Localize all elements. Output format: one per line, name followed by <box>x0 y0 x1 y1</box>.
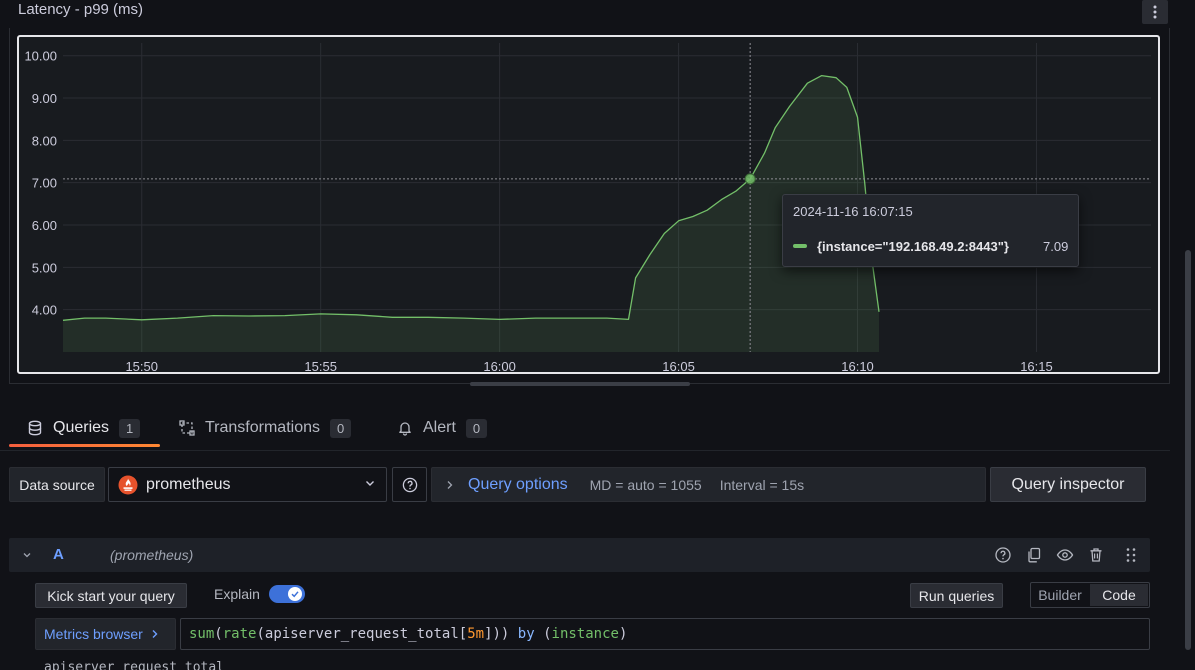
tab-alert[interactable]: Alert 0 <box>397 408 488 448</box>
code-token: ( <box>214 626 223 642</box>
tab-transformations-count: 0 <box>330 418 352 438</box>
duplicate-icon[interactable] <box>1025 546 1043 564</box>
code-token: ( <box>256 626 265 642</box>
query-options-interval: Interval = 15s <box>719 476 805 493</box>
vertical-dots-icon <box>1153 5 1157 19</box>
metric-suggestion-row[interactable]: apiserver_request_total <box>44 660 224 670</box>
drag-handle-icon[interactable] <box>1122 546 1140 564</box>
datasource-selected: prometheus <box>146 475 231 493</box>
prometheus-icon <box>118 475 138 494</box>
metrics-browser-label: Metrics browser <box>44 626 143 642</box>
y-tick-label: 9.00 <box>32 91 57 106</box>
tab-alert-count: 0 <box>465 418 488 438</box>
x-tick-label: 15:50 <box>125 359 158 372</box>
bell-icon <box>399 422 411 436</box>
tab-alert-label: Alert <box>423 419 456 436</box>
editor-tabs: Queries 1 Transformations 0 Alert 0 <box>9 408 1169 450</box>
chart-tooltip: 2024-11-16 16:07:15 {instance="192.168.4… <box>782 194 1079 267</box>
query-letter[interactable]: A <box>53 546 64 563</box>
code-token: ] <box>484 626 493 642</box>
y-tick-label: 8.00 <box>32 133 57 148</box>
query-options-md: MD = auto = 1055 <box>589 476 702 493</box>
code-token: instance <box>551 626 619 642</box>
x-tick-label: 16:10 <box>841 359 874 372</box>
x-tick-label: 16:00 <box>483 359 516 372</box>
y-tick-label: 10.00 <box>24 49 57 64</box>
panel-resize-handle[interactable] <box>470 382 690 386</box>
query-row-header[interactable]: A (prometheus) <box>9 538 1150 572</box>
chevron-right-icon <box>447 480 453 489</box>
x-tick-label: 15:55 <box>304 359 337 372</box>
series-area <box>63 75 879 352</box>
x-tick-label: 16:05 <box>662 359 695 372</box>
tooltip-series-swatch <box>793 244 807 248</box>
eye-icon[interactable] <box>1056 546 1074 564</box>
scrollbar-thumb[interactable] <box>1185 250 1191 650</box>
editor-mode-toggle: Builder Code <box>1030 582 1150 608</box>
code-token: 5m <box>467 626 485 642</box>
tooltip-series-name: {instance="192.168.49.2:8443"} <box>817 239 1009 254</box>
code-token: apiserver_request_total <box>264 626 459 642</box>
panel-header: Latency - p99 (ms) <box>0 0 1170 30</box>
tooltip-time: 2024-11-16 16:07:15 <box>793 204 913 219</box>
explain-toggle[interactable] <box>269 585 305 603</box>
explain-label: Explain <box>214 586 260 602</box>
tab-queries-label: Queries <box>53 419 110 436</box>
transform-icon <box>179 420 195 436</box>
active-tab-indicator <box>9 444 160 447</box>
code-token: sum <box>189 626 215 642</box>
chevron-down-icon[interactable] <box>21 549 33 561</box>
tab-transformations-label: Transformations <box>205 419 320 436</box>
mode-code-button[interactable]: Code <box>1090 584 1148 606</box>
chevron-right-icon <box>152 630 158 638</box>
mode-builder-button[interactable]: Builder <box>1031 583 1089 607</box>
hover-point <box>744 173 756 185</box>
query-datasource-name: (prometheus) <box>110 547 194 563</box>
x-tick-label: 16:15 <box>1020 359 1053 372</box>
help-circle-icon <box>402 477 417 492</box>
promql-code-editor[interactable]: sum(rate(apiserver_request_total[5m])) b… <box>180 618 1150 650</box>
metrics-browser-button[interactable]: Metrics browser <box>35 618 176 650</box>
datasource-picker[interactable]: prometheus <box>108 467 387 502</box>
kick-start-query-button[interactable]: Kick start your query <box>35 583 187 608</box>
y-tick-label: 4.00 <box>32 303 57 318</box>
database-icon <box>28 420 42 436</box>
query-inspector-button[interactable]: Query inspector <box>990 467 1146 502</box>
code-token: rate <box>222 626 257 642</box>
y-tick-label: 6.00 <box>32 218 57 233</box>
datasource-label: Data source <box>9 467 105 502</box>
datasource-help-button[interactable] <box>392 467 427 502</box>
code-token: by <box>509 626 544 642</box>
trash-icon[interactable] <box>1087 546 1105 564</box>
query-options-title[interactable]: Query options <box>468 476 568 494</box>
code-token: [ <box>458 626 468 642</box>
code-token: ( <box>543 626 552 642</box>
tab-transformations[interactable]: Transformations 0 <box>179 408 352 448</box>
query-options-bar[interactable]: Query options MD = auto = 1055 Interval … <box>431 467 986 502</box>
code-token: )) <box>492 626 510 642</box>
check-icon <box>291 591 299 598</box>
tab-queries[interactable]: Queries 1 <box>27 408 141 448</box>
panel-menu-button[interactable] <box>1142 0 1168 24</box>
chevron-down-icon <box>366 481 374 486</box>
tab-queries-count: 1 <box>119 418 141 438</box>
help-circle-icon[interactable] <box>994 546 1012 564</box>
tooltip-value: 7.09 <box>1043 239 1069 254</box>
y-tick-label: 5.00 <box>32 260 57 275</box>
panel-title: Latency - p99 (ms) <box>18 1 144 18</box>
run-queries-button[interactable]: Run queries <box>910 583 1003 608</box>
code-token: ) <box>618 626 628 642</box>
y-tick-label: 7.00 <box>32 176 57 191</box>
